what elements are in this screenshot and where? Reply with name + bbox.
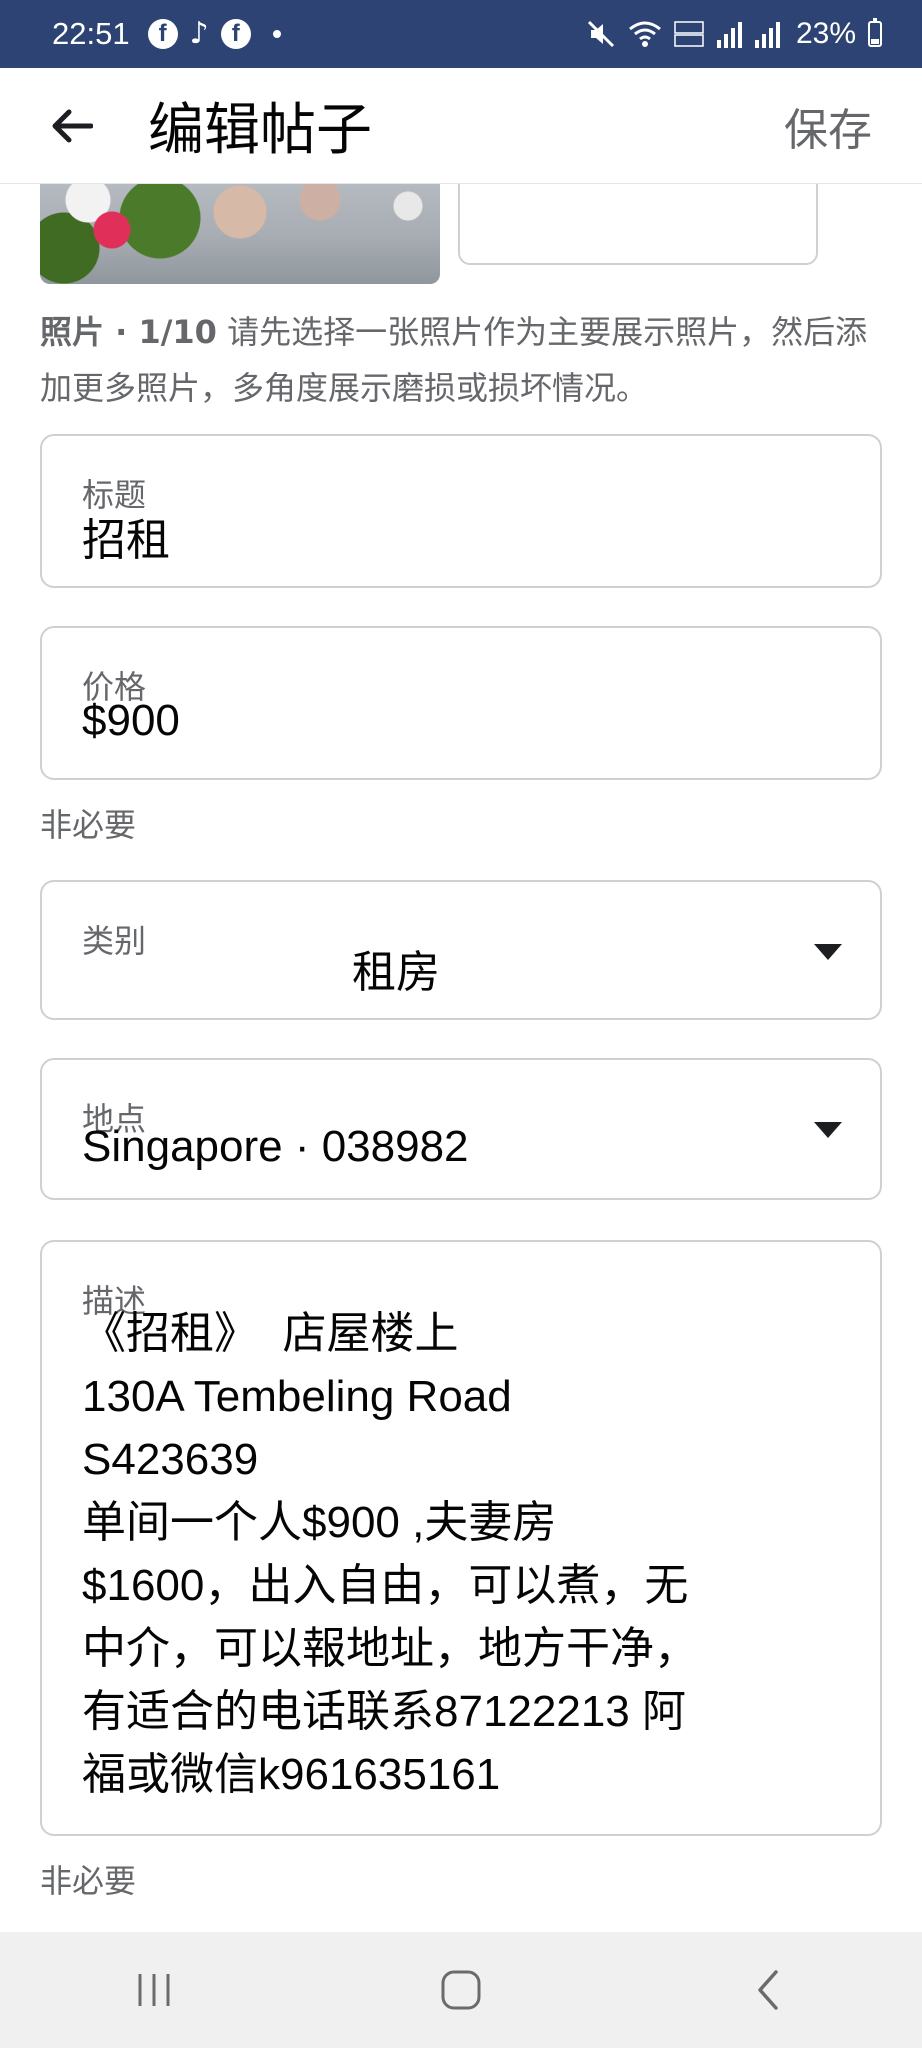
back-icon[interactable] xyxy=(723,1950,813,2030)
dot-icon xyxy=(272,30,281,38)
tiktok-icon: ♪ xyxy=(189,16,209,51)
price-helper-text: 非必要 xyxy=(40,806,137,844)
wifi-icon xyxy=(629,21,661,47)
category-value: 租房 xyxy=(352,948,440,997)
system-nav-bar xyxy=(0,1932,922,2048)
chevron-down-icon xyxy=(814,1122,842,1138)
app-bar: 编辑帖子 保存 xyxy=(0,68,922,184)
facebook-icon: f xyxy=(220,19,251,49)
status-time: 22:51 xyxy=(52,16,130,51)
description-value: 《招租》 店屋楼上 130A Tembeling Road S423639 单间… xyxy=(82,1302,840,1806)
photo-help-text: 照片 · 1/10 请先选择一张照片作为主要展示照片，然后添加更多照片，多角度展… xyxy=(40,304,882,416)
system-icons: 23% xyxy=(586,17,882,51)
signal-icon xyxy=(716,22,742,48)
description-field[interactable]: 描述 《招租》 店屋楼上 130A Tembeling Road S423639… xyxy=(40,1240,882,1836)
signal-icon xyxy=(754,22,780,48)
photo-count: 照片 · 1/10 xyxy=(40,313,217,351)
status-bar: 22:51 f ♪ f 23% xyxy=(0,0,922,68)
add-photo-slot[interactable] xyxy=(458,184,818,265)
battery-icon xyxy=(868,18,882,47)
description-line: 《招租》 店屋楼上 xyxy=(82,1309,459,1358)
price-value: $900 xyxy=(82,696,180,745)
chevron-down-icon xyxy=(814,944,842,960)
title-value: 招租 xyxy=(82,516,170,565)
photo-strip xyxy=(0,184,922,284)
category-select[interactable]: 类别 租房 xyxy=(40,880,882,1020)
description-line: 福或微信k961635161 xyxy=(82,1750,501,1799)
facebook-icon: f xyxy=(147,19,178,49)
description-helper-text: 非必要 xyxy=(40,1862,137,1900)
category-label: 类别 xyxy=(82,922,147,960)
location-select[interactable]: 地点 Singapore · 038982 xyxy=(40,1058,882,1200)
description-line: 有适合的电话联系87122213 阿 xyxy=(82,1687,686,1736)
description-line: 130A Tembeling Road xyxy=(82,1372,512,1421)
description-line: 单间一个人$900 ,夫妻房 xyxy=(82,1498,557,1547)
notification-icons: f ♪ f xyxy=(147,16,281,51)
description-line: 中介，可以報地址，地方干净， xyxy=(82,1624,698,1673)
home-icon[interactable] xyxy=(416,1950,506,2030)
arrow-left-icon[interactable] xyxy=(42,96,102,156)
title-field[interactable]: 标题 招租 xyxy=(40,434,882,588)
recent-apps-icon[interactable] xyxy=(109,1950,199,2030)
location-value: Singapore · 038982 xyxy=(82,1122,469,1171)
save-button[interactable]: 保存 xyxy=(784,94,872,158)
price-field[interactable]: 价格 $900 xyxy=(40,626,882,780)
page-title: 编辑帖子 xyxy=(148,98,372,163)
description-line: $1600，出入自由，可以煮，无 xyxy=(82,1561,689,1610)
volte-icon xyxy=(674,21,704,47)
photo-thumbnail[interactable] xyxy=(40,184,440,284)
description-line: S423639 xyxy=(82,1435,259,1484)
mute-icon xyxy=(587,20,615,48)
battery-percent: 23% xyxy=(795,17,856,50)
